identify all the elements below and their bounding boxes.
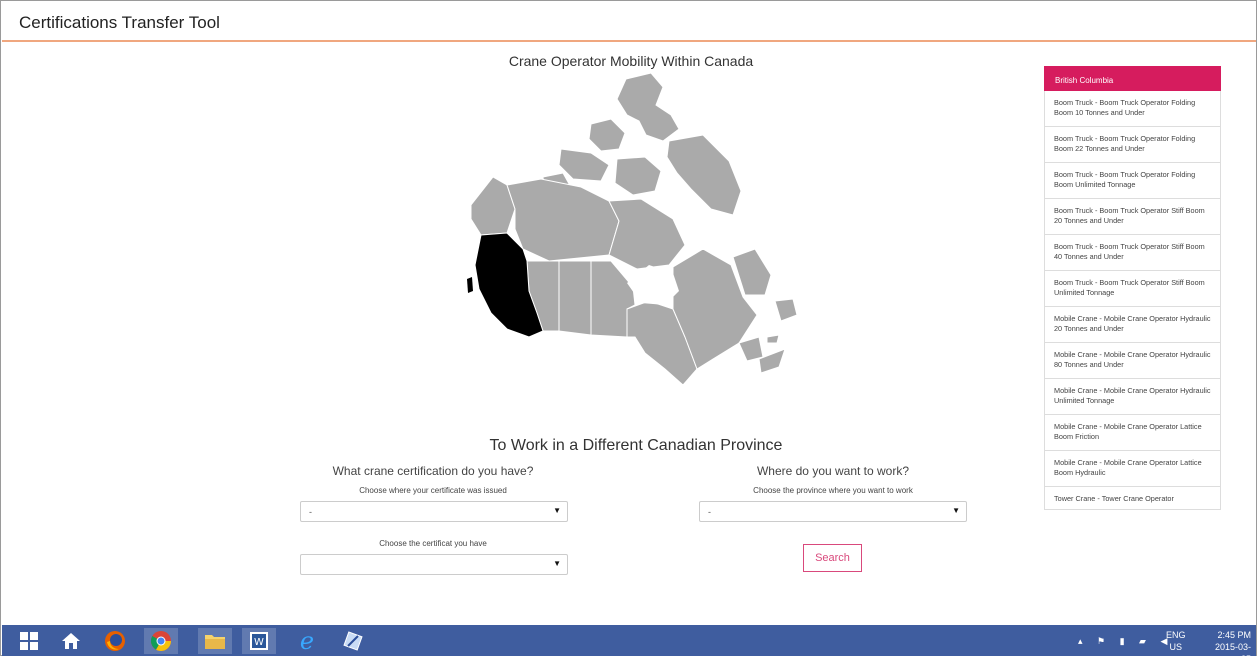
form-title: To Work in a Different Canadian Province bbox=[489, 437, 783, 454]
current-certification-question: What crane certification do you have? bbox=[332, 464, 534, 478]
certificate-select[interactable]: ▼ bbox=[300, 554, 568, 575]
snipping-tool-icon[interactable] bbox=[336, 628, 370, 654]
destination-province-select-value: - bbox=[708, 507, 711, 517]
app-header: Certifications Transfer Tool bbox=[2, 2, 1256, 42]
certification-list-panel: British Columbia Boom Truck - Boom Truck… bbox=[1044, 66, 1221, 510]
certification-list-item[interactable]: Mobile Crane - Mobile Crane Operator Hyd… bbox=[1044, 343, 1221, 379]
certification-list-item[interactable]: Mobile Crane - Mobile Crane Operator Hyd… bbox=[1044, 379, 1221, 415]
certification-list-item[interactable]: Tower Crane - Tower Crane Operator bbox=[1044, 487, 1221, 510]
windows-start-icon[interactable] bbox=[12, 628, 46, 654]
map-island-baffin[interactable] bbox=[666, 134, 742, 216]
clock-date: 2015-03-25 bbox=[1214, 642, 1251, 656]
chevron-down-icon: ▼ bbox=[553, 506, 561, 515]
map-island-central[interactable] bbox=[558, 148, 610, 182]
input-language-line2: US bbox=[1169, 642, 1183, 652]
certification-list-item[interactable]: Boom Truck - Boom Truck Operator Stiff B… bbox=[1044, 235, 1221, 271]
map-province-nunavut[interactable] bbox=[608, 198, 686, 270]
svg-text:W: W bbox=[254, 637, 264, 648]
clock[interactable]: 2:45 PM 2015-03-25 bbox=[1205, 629, 1251, 656]
certification-list-item[interactable]: Boom Truck - Boom Truck Operator Folding… bbox=[1044, 127, 1221, 163]
map-province-northwest-territories[interactable] bbox=[506, 178, 620, 262]
map-island-north[interactable] bbox=[588, 118, 626, 152]
certification-list-item[interactable]: Boom Truck - Boom Truck Operator Stiff B… bbox=[1044, 271, 1221, 307]
app-title: Certifications Transfer Tool bbox=[19, 13, 220, 32]
search-button[interactable]: Search bbox=[803, 544, 862, 572]
map-title: Crane Operator Mobility Within Canada bbox=[508, 53, 754, 69]
clock-time: 2:45 PM bbox=[1217, 630, 1251, 640]
certification-list-item[interactable]: Mobile Crane - Mobile Crane Operator Hyd… bbox=[1044, 307, 1221, 343]
issued-province-select[interactable]: - ▼ bbox=[300, 501, 568, 522]
map-province-pei[interactable] bbox=[766, 334, 780, 344]
map-province-newfoundland[interactable] bbox=[774, 298, 798, 322]
issued-province-select-value: - bbox=[309, 507, 312, 517]
map-island-haida-gwaii[interactable] bbox=[467, 277, 473, 293]
windows-taskbar: W e ▴ ⚑ ▮ ▰ ◀ ENG US 2:45 PM 2015-03-25 bbox=[2, 625, 1256, 656]
map-province-new-brunswick[interactable] bbox=[738, 336, 764, 362]
chrome-icon[interactable] bbox=[144, 628, 178, 654]
map-province-saskatchewan[interactable] bbox=[558, 260, 592, 336]
certification-list-item[interactable]: Mobile Crane - Mobile Crane Operator Lat… bbox=[1044, 451, 1221, 487]
file-explorer-icon[interactable] bbox=[198, 628, 232, 654]
map-province-nova-scotia[interactable] bbox=[758, 348, 786, 374]
home-icon[interactable] bbox=[54, 628, 88, 654]
certification-list-header: British Columbia bbox=[1044, 66, 1221, 91]
certification-list-item[interactable]: Boom Truck - Boom Truck Operator Folding… bbox=[1044, 163, 1221, 199]
chevron-down-icon: ▼ bbox=[553, 559, 561, 568]
certification-list-item[interactable]: Boom Truck - Boom Truck Operator Stiff B… bbox=[1044, 199, 1221, 235]
certification-list-item[interactable]: Mobile Crane - Mobile Crane Operator Lat… bbox=[1044, 415, 1221, 451]
certification-list-item[interactable]: Boom Truck - Boom Truck Operator Folding… bbox=[1044, 91, 1221, 127]
word-icon[interactable]: W bbox=[242, 628, 276, 654]
map-island-victoria[interactable] bbox=[614, 156, 662, 196]
destination-province-hint: Choose the province where you want to wo… bbox=[753, 486, 913, 495]
input-language[interactable]: ENG US bbox=[1166, 629, 1186, 656]
certification-list: Boom Truck - Boom Truck Operator Folding… bbox=[1044, 91, 1221, 510]
issued-province-hint: Choose where your certificate was issued bbox=[359, 486, 507, 495]
chevron-down-icon: ▼ bbox=[952, 506, 960, 515]
firefox-icon[interactable] bbox=[98, 628, 132, 654]
internet-explorer-icon[interactable]: e bbox=[290, 627, 324, 655]
destination-province-select[interactable]: - ▼ bbox=[699, 501, 967, 522]
app-window: Certifications Transfer Tool Crane Opera… bbox=[0, 0, 1257, 656]
system-tray-icons[interactable]: ▴ ⚑ ▮ ▰ ◀ bbox=[1078, 636, 1173, 656]
input-language-line1: ENG bbox=[1166, 630, 1186, 640]
destination-question: Where do you want to work? bbox=[756, 464, 910, 478]
certificate-hint: Choose the certificat you have bbox=[379, 539, 487, 548]
canada-map bbox=[467, 72, 798, 386]
map-province-nunavut-islands[interactable] bbox=[616, 72, 680, 142]
